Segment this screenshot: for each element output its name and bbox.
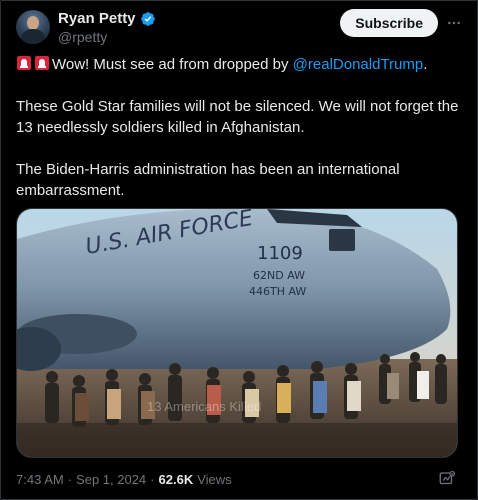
grok-icon[interactable] — [438, 470, 456, 488]
tweet-date[interactable]: Sep 1, 2024 — [76, 472, 146, 487]
tweet-paragraph-2: These Gold Star families will not be sil… — [16, 98, 459, 136]
tweet-media-video[interactable]: U.S. AIR FORCE 1109 62ND AW 446TH AW 13 … — [16, 208, 458, 458]
verified-badge-icon — [140, 11, 155, 26]
tweet-paragraph-3: The Biden-Harris administration has been… — [16, 161, 400, 199]
aircraft-wing-446: 446TH AW — [249, 285, 306, 298]
author-display-name[interactable]: Ryan Petty — [58, 10, 136, 27]
mention-link[interactable]: @realDonaldTrump — [293, 56, 424, 73]
tweet-paragraph-1: Wow! Must see ad from dropped by @realDo… — [16, 54, 464, 75]
author-handle[interactable]: @rpetty — [58, 29, 107, 45]
video-frame: U.S. AIR FORCE 1109 62ND AW 446TH AW — [17, 209, 457, 457]
police-light-emoji-icon — [17, 56, 31, 70]
meta-separator: · — [150, 472, 155, 487]
police-light-emoji-icon — [35, 56, 49, 70]
tweet-header: Ryan Petty @rpetty Subscribe — [16, 8, 462, 48]
avatar[interactable] — [16, 10, 50, 44]
tweet-text-lead: Wow! Must see ad from dropped by — [52, 56, 293, 73]
aircraft-tail-number: 1109 — [257, 243, 303, 264]
author-name-row: Ryan Petty — [58, 10, 156, 27]
tweet-time[interactable]: 7:43 AM — [16, 472, 64, 487]
tweet-meta: 7:43 AM · Sep 1, 2024 · 62.6K Views — [16, 472, 232, 487]
avatar-body — [21, 29, 45, 44]
video-watermark: 13 Americans Killed — [147, 399, 262, 414]
tweet-body: Wow! Must see ad from dropped by @realDo… — [16, 54, 464, 222]
subscribe-button[interactable]: Subscribe — [340, 9, 438, 37]
avatar-head — [27, 16, 39, 30]
tweet-text-end: . — [423, 56, 428, 73]
meta-separator: · — [67, 472, 73, 487]
views-label: Views — [197, 472, 232, 487]
aircraft-wing-62: 62ND AW — [253, 269, 305, 282]
more-horizontal-icon[interactable] — [446, 15, 462, 31]
views-count: 62.6K — [158, 472, 194, 487]
